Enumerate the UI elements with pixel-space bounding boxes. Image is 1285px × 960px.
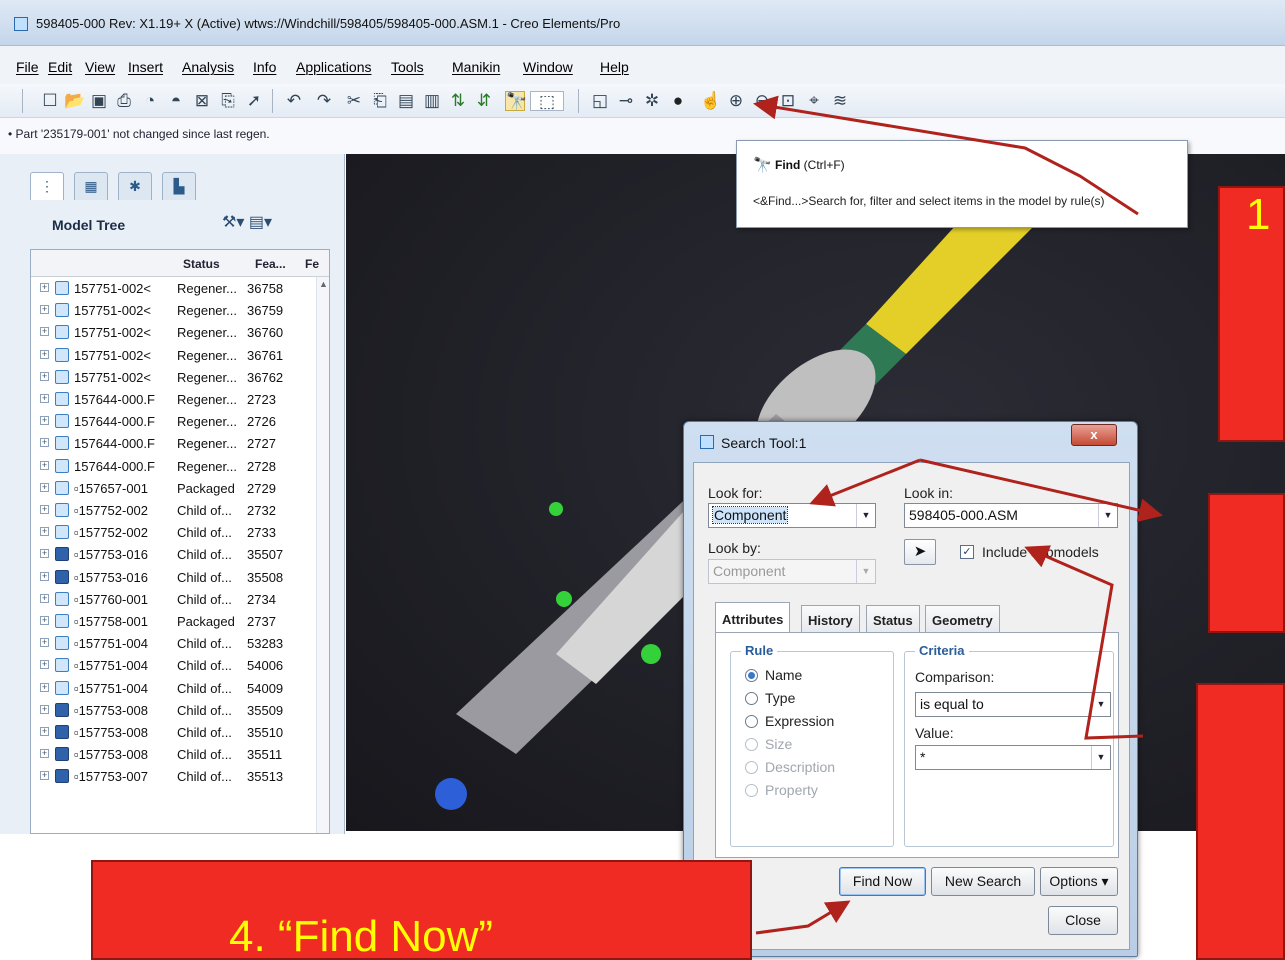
arrow-to-find-now (755, 900, 851, 935)
arrow-to-look-for (809, 458, 921, 507)
arrow-to-find-icon (753, 95, 1139, 216)
arrow-to-callout-2 (919, 458, 1163, 523)
arrow-to-include-submodels (1024, 545, 1144, 740)
annotation-arrows (753, 95, 1163, 935)
